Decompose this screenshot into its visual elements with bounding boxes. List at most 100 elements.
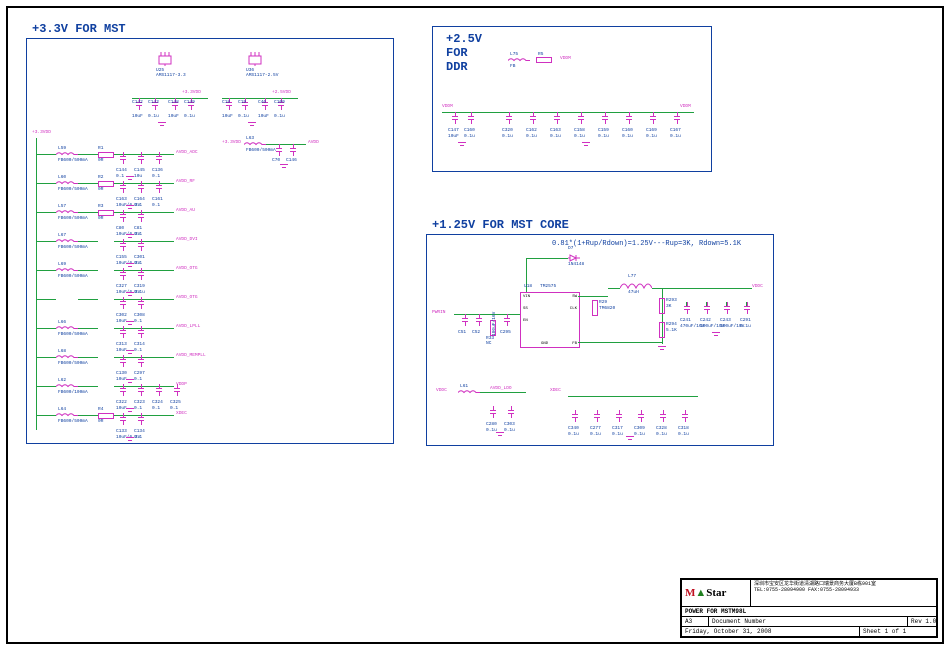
wire <box>726 302 727 306</box>
cap-val: 0.1u <box>670 134 681 139</box>
r-ref: R29 <box>599 300 607 305</box>
wire <box>36 241 56 242</box>
ferrite-icon <box>458 390 480 395</box>
fb-ref: L61 <box>460 384 468 389</box>
cap-ref: C313 <box>116 342 127 347</box>
gnd-icon <box>126 234 134 240</box>
ferrite-icon <box>56 239 78 244</box>
d-val: 1N4148 <box>568 262 584 267</box>
cap-val: 10uF <box>168 114 179 119</box>
cap-val: 0.1 <box>134 348 142 353</box>
cap-ref: C81 <box>134 226 142 231</box>
title-block: M▲Star 深圳市宝安区龙华街道清湖路口瑞景商务大厦B栋901室 TEL:07… <box>680 578 938 638</box>
ic-ref: U18 <box>524 284 532 289</box>
wire <box>578 296 608 297</box>
wire <box>78 415 98 416</box>
tb-size: A3 <box>682 617 708 626</box>
wire <box>36 386 56 387</box>
cap-ref: C291 <box>740 318 751 323</box>
l-ref: L77 <box>628 274 636 279</box>
cap-val: 0.1 <box>134 232 142 237</box>
wire <box>652 288 752 289</box>
cap-val: 100uF/16V <box>492 312 497 336</box>
cap-ref: C149 <box>184 100 195 105</box>
cap-ref: C169 <box>646 128 657 133</box>
wire <box>526 258 568 259</box>
cap-ref: C323 <box>134 400 145 405</box>
tb-rev: 1.0 <box>925 618 936 625</box>
net-25vdd: +2.5VDD <box>272 90 291 95</box>
pin: GND <box>541 342 548 346</box>
l-val: 47uH <box>628 290 639 295</box>
net-out: AVDD_OTG <box>176 295 198 300</box>
tb-sheet: Sheet 1 of 1 <box>859 627 936 636</box>
gnd-icon <box>158 122 166 128</box>
fb-ref: L69 <box>58 262 66 267</box>
gnd-icon <box>126 408 134 414</box>
cap-val: 0.1u <box>184 114 195 119</box>
section-2v5-title: +2.5V FOR DDR <box>446 32 482 74</box>
cap-ref: C160 <box>622 128 633 133</box>
inductor-icon <box>620 282 652 290</box>
pin: EN <box>523 319 528 323</box>
cap-val: 0.1u <box>656 432 667 437</box>
wire <box>442 112 694 113</box>
resistor-icon <box>536 57 552 63</box>
net-ct: VDDM <box>560 56 571 61</box>
r-ref: R1 <box>98 146 103 151</box>
logo: M▲Star <box>685 587 726 599</box>
cap-ref: C163 <box>116 197 127 202</box>
r-ref: R4 <box>98 407 103 412</box>
wire <box>222 98 298 99</box>
gnd-icon <box>280 164 288 170</box>
resistor-icon <box>659 322 665 338</box>
section-3v3: +3.3V FOR MST U25 AMS1117-3.3 U36 AMS111… <box>32 22 126 36</box>
tb-contacts: TEL:0755-28094900 FAX:0755-28094933 <box>754 587 933 593</box>
cap-ref: C134 <box>134 429 145 434</box>
cap-ref: C314 <box>134 342 145 347</box>
gnd-icon <box>626 436 634 442</box>
ferrite-icon <box>56 326 78 331</box>
cap-ref: C302 <box>116 313 127 318</box>
cap-val: 0.1 <box>134 406 142 411</box>
cap-val: 0.1 <box>134 261 142 266</box>
net-out: AVDD_RF <box>176 179 195 184</box>
cap-ref: C19 <box>238 100 246 105</box>
wire <box>706 302 707 306</box>
gnd-icon <box>248 122 256 128</box>
cap-val: 0.1u <box>622 134 633 139</box>
gnd-icon <box>126 176 134 182</box>
cap-ref: C100 <box>274 100 285 105</box>
cap-val: 0.1 <box>152 174 160 179</box>
r-ref: R5 <box>538 52 543 57</box>
gnd-icon <box>712 332 720 338</box>
fb-ref: L67 <box>58 233 66 238</box>
wire <box>36 415 56 416</box>
gnd-icon <box>126 321 134 327</box>
ic-val: TM2575 <box>540 284 556 289</box>
wire <box>568 396 698 397</box>
net-avddldo: AVDD_LDO <box>490 386 512 391</box>
net-out: VDDP <box>176 382 187 387</box>
wire <box>78 241 98 242</box>
gnd-icon <box>126 379 134 385</box>
gnd-icon <box>126 292 134 298</box>
cap-val: 10uF <box>222 114 233 119</box>
pin: CLK <box>570 307 577 311</box>
cap-val: 0.1u <box>274 114 285 119</box>
net-out: AVDD_MEMPLL <box>176 353 206 358</box>
cap-ref: C167 <box>670 128 681 133</box>
tb-date: Friday, October 31, 2008 <box>682 627 859 636</box>
rdn-val: 5.1K <box>666 328 677 333</box>
cap-val: 0.1u <box>634 432 645 437</box>
wire <box>78 212 98 213</box>
cap-ref: C295 <box>500 330 511 335</box>
gnd-icon <box>126 350 134 356</box>
fb-val: FB600/500mA <box>58 245 88 250</box>
cap-ref: C145 <box>134 168 145 173</box>
fb-ref: L64 <box>58 407 66 412</box>
cap-ref: C143 <box>148 100 159 105</box>
fb-val: FB <box>510 64 515 69</box>
wire <box>36 328 56 329</box>
diode-icon <box>568 254 580 262</box>
